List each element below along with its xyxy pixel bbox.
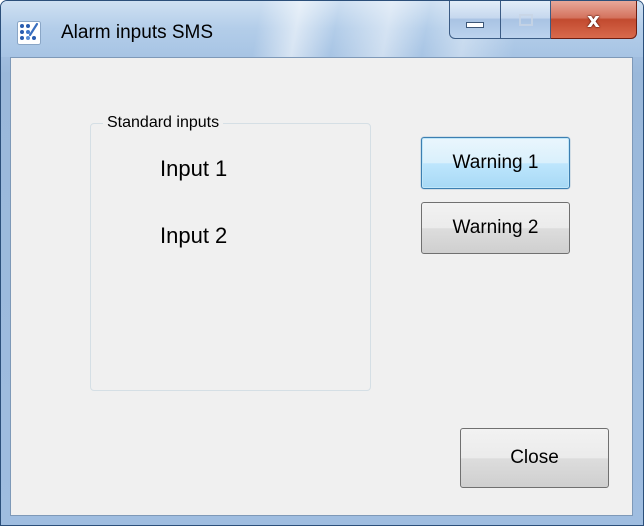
dialog-client-area: Standard inputs Input 1 Input 2 Warning … [10,57,633,516]
minimize-icon [466,21,484,28]
close-window-button[interactable]: x [551,1,637,39]
dialog-window: Alarm inputs SMS x Standard inputs Input… [0,0,644,526]
standard-inputs-groupbox: Standard inputs Input 1 Input 2 [90,113,371,391]
close-icon: x [587,7,600,32]
input-2-label: Input 2 [160,223,228,248]
minimize-button[interactable] [449,1,501,39]
groupbox-legend: Standard inputs [103,113,224,133]
warning-2-button[interactable]: Warning 2 [421,202,570,254]
window-title: Alarm inputs SMS [61,22,214,43]
caption-buttons: x [449,1,637,41]
app-dots-icon [17,21,41,45]
title-bar[interactable]: Alarm inputs SMS x [1,1,643,57]
maximize-button[interactable] [501,1,551,39]
warning-1-button[interactable]: Warning 1 [421,137,570,189]
maximize-icon [518,13,533,26]
input-1-label: Input 1 [160,156,228,181]
close-button[interactable]: Close [460,428,609,488]
